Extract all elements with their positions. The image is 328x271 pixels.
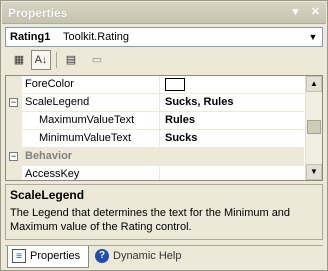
row-gutter xyxy=(6,130,22,148)
category-row-behavior[interactable]: − Behavior xyxy=(6,148,304,166)
object-selector[interactable]: Rating1 Toolkit.Rating ▼ xyxy=(5,27,323,47)
alphabetical-icon: A↓ xyxy=(34,54,48,66)
bottom-tabs: ≡ Properties ? Dynamic Help xyxy=(5,245,323,269)
tab-properties-label: Properties xyxy=(30,250,81,262)
property-value[interactable] xyxy=(161,166,304,180)
tab-dynamic-help[interactable]: ? Dynamic Help xyxy=(91,246,191,268)
description-panel: ScaleLegend The Legend that determines t… xyxy=(5,184,323,240)
collapse-icon[interactable]: − xyxy=(9,152,18,161)
property-value[interactable]: Rules xyxy=(161,112,304,130)
description-title: ScaleLegend xyxy=(10,188,85,202)
vertical-scrollbar[interactable]: ▲ ▼ xyxy=(305,76,322,180)
object-type: Toolkit.Rating xyxy=(63,31,130,43)
color-swatch xyxy=(165,78,185,91)
category-name: Behavior xyxy=(25,150,73,162)
help-icon: ? xyxy=(95,249,109,263)
events-icon: ▭ xyxy=(91,54,103,66)
alphabetical-button[interactable]: A↓ xyxy=(31,50,51,70)
properties-toolbar: ▦ A↓ ▤ ▭ xyxy=(5,50,323,72)
chevron-down-icon[interactable]: ▼ xyxy=(304,28,322,46)
categorized-button[interactable]: ▦ xyxy=(9,50,29,70)
tab-properties[interactable]: ≡ Properties xyxy=(7,246,89,268)
scroll-thumb[interactable] xyxy=(307,120,321,134)
property-row-scalelegend[interactable]: − ScaleLegend Sucks, Rules xyxy=(6,94,304,112)
tab-dynamic-help-label: Dynamic Help xyxy=(113,250,182,262)
scroll-up-icon[interactable]: ▲ xyxy=(306,76,322,92)
toolbar-separator xyxy=(56,52,57,68)
property-name: ScaleLegend xyxy=(23,94,160,112)
collapse-icon[interactable]: − xyxy=(9,98,18,107)
title-bar[interactable]: Properties ▾ ✕ xyxy=(2,2,326,24)
row-gutter xyxy=(6,166,22,180)
property-grid: ForeColor − ScaleLegend Sucks, Rules Max… xyxy=(5,75,323,181)
property-row-forecolor[interactable]: ForeColor xyxy=(6,76,304,94)
row-gutter: − xyxy=(6,94,22,112)
property-row-accesskey[interactable]: AccessKey xyxy=(6,166,304,180)
window-title: Properties xyxy=(8,6,68,20)
categorized-icon: ▦ xyxy=(13,54,25,66)
row-gutter xyxy=(6,76,22,94)
property-value[interactable] xyxy=(161,76,304,94)
property-row-minimumvaluetext[interactable]: MinimumValueText Sucks xyxy=(6,130,304,148)
property-value[interactable]: Sucks, Rules xyxy=(161,94,304,112)
property-name: AccessKey xyxy=(23,166,160,180)
property-name: MaximumValueText xyxy=(23,112,160,130)
properties-button[interactable]: ▤ xyxy=(61,50,81,70)
property-value[interactable]: Sucks xyxy=(161,130,304,148)
pin-dropdown-icon[interactable]: ▾ xyxy=(288,5,303,20)
properties-tab-icon: ≡ xyxy=(12,249,26,263)
object-name: Rating1 xyxy=(10,31,51,43)
close-icon[interactable]: ✕ xyxy=(308,5,323,20)
events-button[interactable]: ▭ xyxy=(87,50,107,70)
property-row-maximumvaluetext[interactable]: MaximumValueText Rules xyxy=(6,112,304,130)
row-gutter xyxy=(6,112,22,130)
description-text: The Legend that determines the text for … xyxy=(10,207,291,233)
row-gutter: − xyxy=(6,148,22,166)
property-name: MinimumValueText xyxy=(23,130,160,148)
property-name: ForeColor xyxy=(23,76,160,94)
scroll-down-icon[interactable]: ▼ xyxy=(306,164,322,180)
properties-icon: ▤ xyxy=(65,54,77,66)
properties-window: Properties ▾ ✕ Rating1 Toolkit.Rating ▼ … xyxy=(0,0,328,271)
